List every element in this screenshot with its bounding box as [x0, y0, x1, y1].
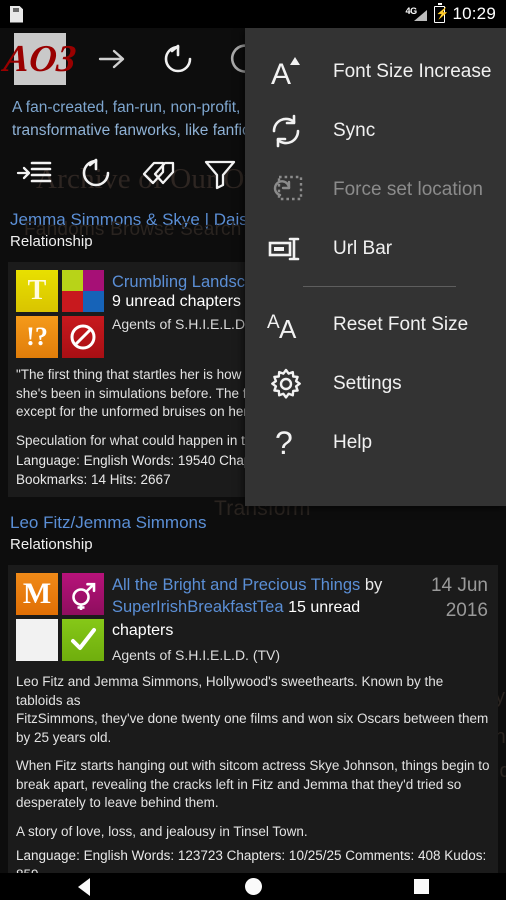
work-card[interactable]: 14 Jun 2016 M All the Bright and Preciou…: [8, 565, 498, 873]
work-date-year: 2016: [445, 600, 488, 621]
work-title-line: All the Bright and Precious Things by Su…: [112, 574, 410, 642]
menu-item-label: Sync: [333, 119, 376, 141]
status-bar: 4G ⚡ 10:29: [0, 0, 506, 28]
menu-item-label: Help: [333, 431, 373, 453]
gender-symbol-icon: [72, 582, 96, 610]
work-title-link[interactable]: All the Bright and Precious Things: [112, 576, 360, 594]
warning-badge: !?: [16, 316, 58, 358]
menu-item-sync[interactable]: Sync: [245, 101, 506, 160]
menu-item-url-bar[interactable]: Url Bar: [245, 219, 506, 278]
work-stats: Language: English Words: 123723 Chapters…: [16, 847, 490, 873]
help-icon: ?: [265, 422, 307, 464]
summary-line-1: FitzSimmons, they've done twenty one fil…: [16, 711, 489, 745]
work-badges: M: [16, 573, 104, 665]
reload-button[interactable]: [76, 153, 116, 193]
overflow-menu[interactable]: A Font Size Increase Sync Force set loca…: [245, 28, 506, 506]
menu-item-label: Url Bar: [333, 237, 393, 259]
work-badges: T !?: [16, 270, 104, 358]
refresh-button[interactable]: [158, 39, 198, 79]
battery-charging-icon: ⚡: [434, 2, 449, 23]
work-date: 14 Jun 2016: [431, 573, 488, 623]
home-circle-icon: [244, 878, 262, 895]
nav-back-button[interactable]: [0, 877, 169, 896]
summary-line-0: Leo Fitz and Jemma Simmons, Hollywood's …: [16, 674, 444, 708]
status-bar-clock: 10:29: [452, 4, 496, 23]
ao3-logo-text: AO3: [1, 38, 79, 80]
back-triangle-icon: [78, 877, 91, 896]
nav-recents-button[interactable]: [337, 879, 506, 894]
phone-screen: 4G ⚡ 10:29 Archive of Our Own Fandoms Br…: [0, 0, 506, 900]
svg-text:A: A: [271, 58, 291, 91]
forward-button[interactable]: [92, 39, 132, 79]
work-header: M All the Bright and Precious Things by …: [16, 573, 490, 665]
stats-line-1: Language: English Words: 123723 Chapters…: [16, 848, 487, 873]
warning-badge: [16, 619, 58, 661]
force-set-location-icon: [265, 169, 307, 211]
android-nav-bar: [0, 873, 506, 900]
recents-square-icon: [414, 879, 430, 894]
tags-button[interactable]: [138, 153, 178, 193]
menu-divider: [303, 286, 456, 287]
svg-text:?: ?: [275, 425, 293, 461]
font-increase-icon: A: [265, 51, 307, 93]
by-label: by: [364, 576, 383, 594]
category-badge: [62, 270, 104, 312]
work-summary: Leo Fitz and Jemma Simmons, Hollywood's …: [16, 673, 490, 841]
menu-item-label: Reset Font Size: [333, 313, 469, 335]
menu-item-settings[interactable]: Settings: [245, 354, 506, 413]
summary-paragraph-3: A story of love, loss, and jealousy in T…: [16, 823, 308, 839]
status-bar-right: 4G ⚡ 10:29: [405, 2, 496, 24]
menu-item-label: Font Size Increase: [333, 60, 492, 82]
gear-icon: [265, 363, 307, 405]
ao3-logo[interactable]: AO3: [2, 33, 78, 85]
checkmark-icon: [71, 628, 96, 650]
summary-paragraph-2: When Fitz starts hanging out with sitcom…: [16, 758, 490, 810]
work-date-day: 14 Jun: [430, 575, 488, 596]
nav-home-button[interactable]: [169, 878, 338, 895]
jump-to-list-button[interactable]: [14, 153, 54, 193]
complete-badge: [62, 619, 104, 661]
status-bar-left: [10, 5, 405, 23]
menu-item-label: Force set location: [333, 178, 483, 200]
rating-badge: T: [16, 270, 58, 312]
incomplete-badge: [62, 316, 104, 358]
menu-item-help[interactable]: ? Help: [245, 413, 506, 472]
category-badge: [62, 573, 104, 615]
tag-header: Leo Fitz/Jemma Simmons Relationship: [0, 505, 506, 559]
reset-font-size-icon: AA: [265, 304, 307, 346]
sync-icon: [265, 110, 307, 152]
rating-badge: M: [16, 573, 58, 615]
menu-item-reset-font-size[interactable]: AA Reset Font Size: [245, 295, 506, 354]
menu-item-force-set-location[interactable]: Force set location: [245, 160, 506, 219]
work-author-link[interactable]: SuperIrishBreakfastTea: [112, 598, 284, 616]
signal-bars: [414, 9, 428, 21]
tag-type-label: Relationship: [10, 536, 93, 553]
sd-card-icon: [10, 5, 23, 23]
url-bar-icon: [265, 228, 307, 270]
work-fandom: Agents of S.H.I.E.L.D. (TV): [112, 647, 281, 663]
network-signal-icon: 4G: [405, 6, 428, 23]
menu-item-font-size-increase[interactable]: A Font Size Increase: [245, 42, 506, 101]
menu-item-label: Settings: [333, 372, 402, 394]
tag-name-link[interactable]: Leo Fitz/Jemma Simmons: [10, 511, 496, 534]
no-entry-icon: [70, 324, 96, 350]
filter-button[interactable]: [200, 153, 240, 193]
svg-text:A: A: [279, 314, 297, 344]
